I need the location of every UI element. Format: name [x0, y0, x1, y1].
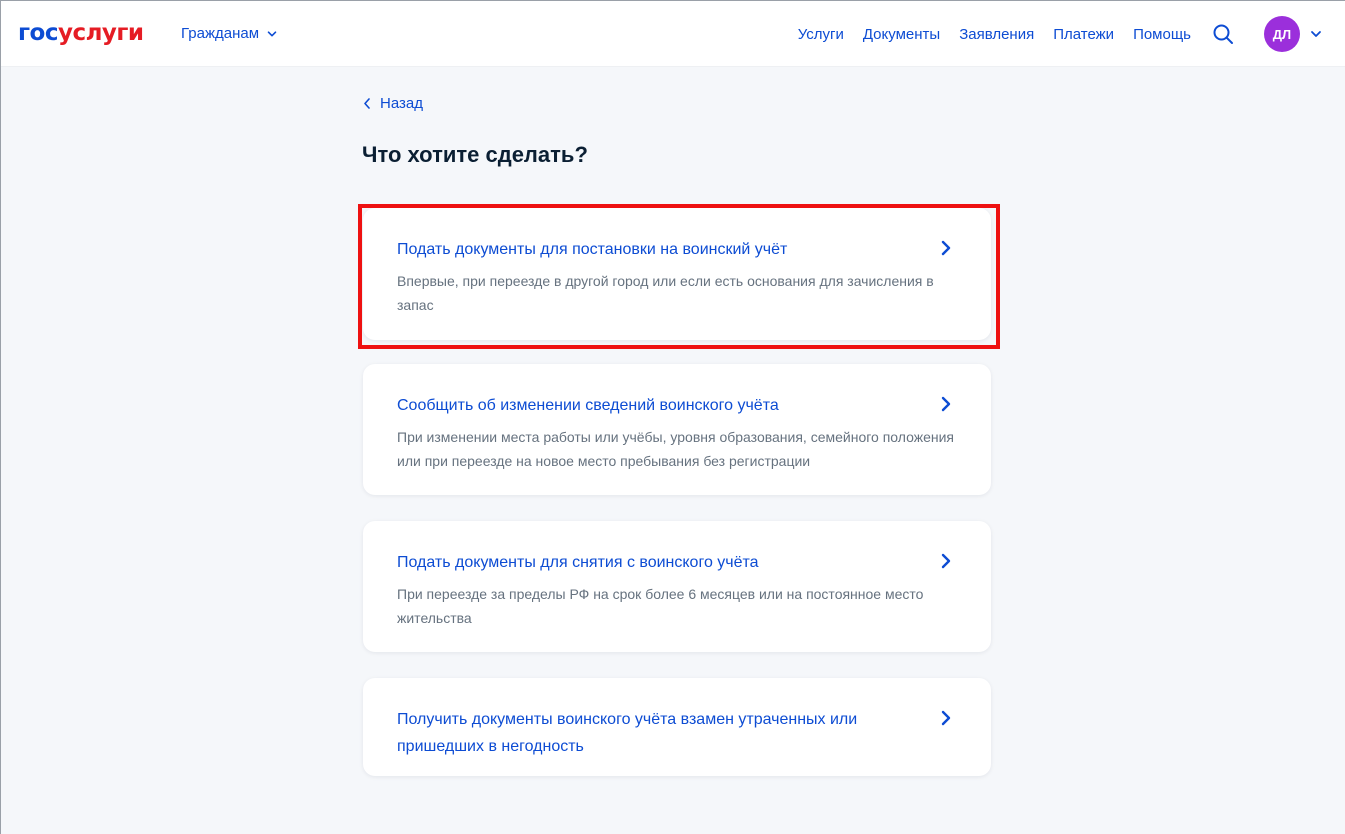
nav-documents[interactable]: Документы [863, 26, 940, 43]
nav-payments[interactable]: Платежи [1053, 26, 1114, 43]
nav-help[interactable]: Помощь [1133, 26, 1191, 43]
chevron-down-icon [267, 30, 277, 36]
card-description: При изменении места работы или учёбы, ур… [397, 429, 955, 469]
chevron-right-icon [941, 710, 951, 726]
card-title: Получить документы воинского учёта взаме… [397, 711, 858, 755]
option-card-register[interactable]: Подать документы для постановки на воинс… [363, 208, 991, 340]
option-card-replace-documents[interactable]: Получить документы воинского учёта взаме… [363, 678, 991, 776]
logo-part-uslugi: услуги [57, 20, 144, 46]
nav-services[interactable]: Услуги [798, 26, 844, 43]
main-nav: Услуги Документы Заявления Платежи Помощ… [798, 1, 1345, 67]
nav-applications[interactable]: Заявления [959, 26, 1034, 43]
chevron-right-icon [941, 553, 951, 569]
avatar-initials: ДЛ [1272, 26, 1292, 42]
card-title: Подать документы для снятия с воинского … [397, 554, 759, 571]
logo-part-gos: гос [18, 20, 58, 46]
top-header: госуслуги Гражданам Услуги Документы Зая… [1, 1, 1345, 67]
card-description: При переезде за пределы РФ на срок более… [397, 586, 924, 626]
back-link[interactable]: Назад [363, 95, 423, 112]
audience-dropdown[interactable]: Гражданам [181, 25, 277, 42]
search-icon[interactable] [1212, 23, 1234, 45]
page-title: Что хотите сделать? [362, 142, 588, 167]
card-title: Сообщить об изменении сведений воинского… [397, 397, 779, 414]
option-card-report-changes[interactable]: Сообщить об изменении сведений воинского… [363, 364, 991, 495]
card-description: Впервые, при переезде в другой город или… [397, 273, 934, 313]
chevron-right-icon [941, 240, 951, 256]
back-label: Назад [380, 95, 423, 112]
chevron-right-icon [941, 396, 951, 412]
audience-label: Гражданам [181, 25, 260, 42]
card-title: Подать документы для постановки на воинс… [397, 241, 788, 258]
chevron-down-icon[interactable] [1310, 28, 1322, 40]
chevron-left-icon [364, 98, 370, 109]
avatar[interactable]: ДЛ [1264, 16, 1300, 52]
gosuslugi-logo[interactable]: госуслуги [18, 20, 144, 46]
option-card-deregister[interactable]: Подать документы для снятия с воинского … [363, 521, 991, 652]
